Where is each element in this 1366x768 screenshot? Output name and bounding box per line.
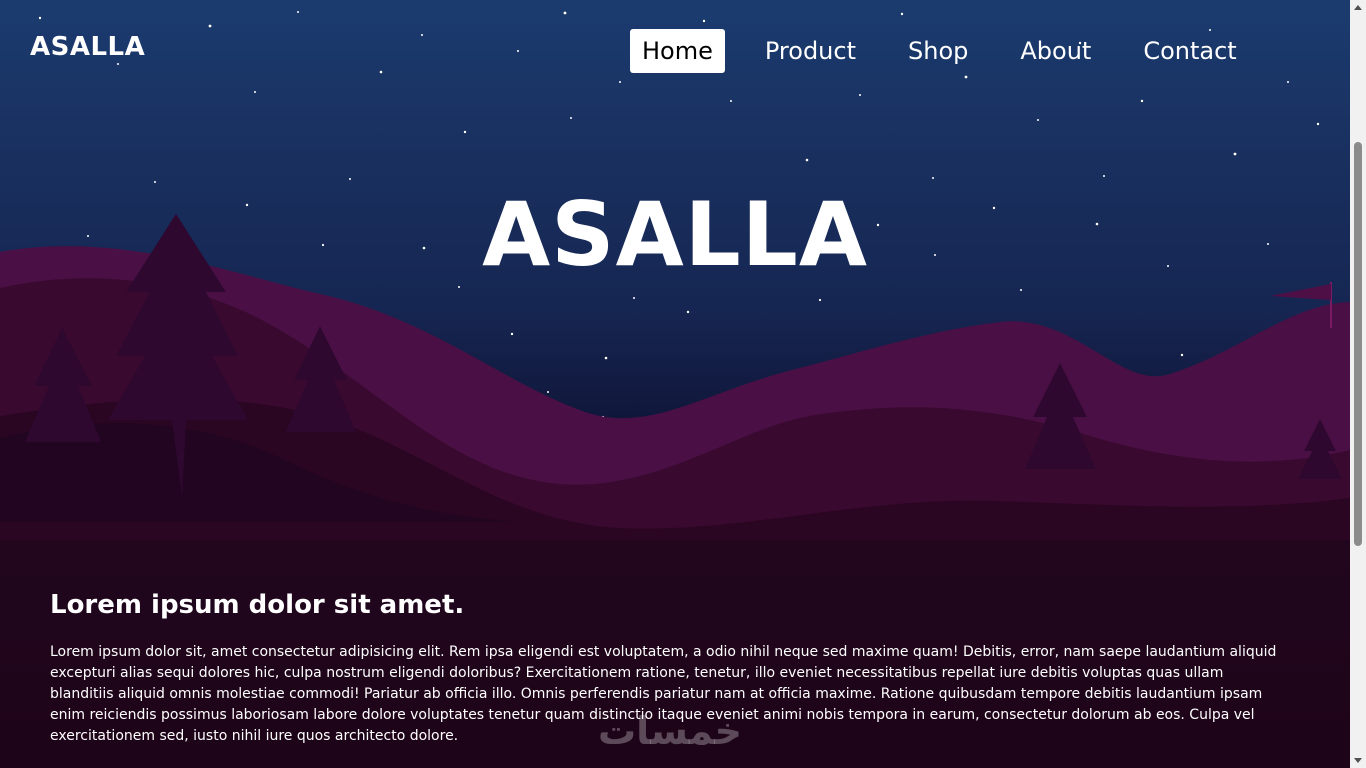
page: ASALLA Home Product Shop About Contact A…: [0, 0, 1366, 768]
nav-contact[interactable]: Contact: [1131, 29, 1248, 73]
section-paragraph: Lorem ipsum dolor sit, amet consectetur …: [50, 644, 1277, 744]
nav-product[interactable]: Product: [753, 29, 868, 73]
vertical-scrollbar[interactable]: [1350, 0, 1366, 768]
main-navigation: Home Product Shop About Contact: [630, 28, 1277, 74]
content-section: Lorem ipsum dolor sit amet. Lorem ipsum …: [50, 587, 1290, 747]
scroll-up-arrow-icon[interactable]: [1354, 5, 1362, 10]
section-heading: Lorem ipsum dolor sit amet.: [50, 590, 465, 620]
nav-about[interactable]: About: [1008, 29, 1103, 73]
scrollbar-thumb[interactable]: [1354, 142, 1362, 546]
nav-home[interactable]: Home: [630, 29, 725, 73]
site-logo[interactable]: ASALLA: [30, 34, 145, 60]
hero-title: ASALLA: [482, 183, 868, 286]
nav-shop[interactable]: Shop: [896, 29, 980, 73]
scroll-down-arrow-icon[interactable]: [1354, 758, 1362, 763]
